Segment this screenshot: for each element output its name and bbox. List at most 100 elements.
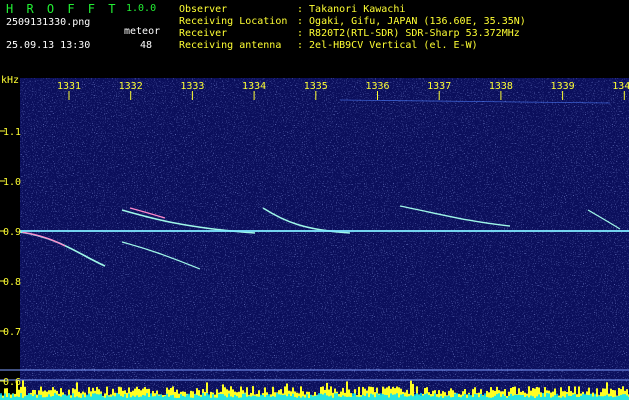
histogram-bar-cyan [276,393,278,400]
histogram-bar-cyan [64,394,66,400]
histogram-bar-cyan [604,395,606,400]
y-tick-label: 1.1 [3,127,21,138]
histogram-bar-cyan [626,395,628,400]
histogram-bar-cyan [202,393,204,400]
histogram-bar-cyan [112,395,114,400]
histogram-bar-cyan [520,395,522,400]
histogram-bar-cyan [586,394,588,400]
histogram-bar-cyan [462,395,464,400]
histogram-bar-cyan [38,394,40,400]
histogram-bar-cyan [354,393,356,400]
histogram-bar-cyan [208,394,210,400]
histogram-bar-cyan [40,394,42,400]
histogram-bar-cyan [108,396,110,400]
histogram-bar-cyan [180,394,182,400]
histogram-bar-cyan [400,394,402,400]
histogram-bar-cyan [12,393,14,400]
histogram-bar-cyan [336,393,338,400]
histogram-bar-cyan [66,395,68,400]
histogram-bar-cyan [76,396,78,400]
histogram-bar-cyan [60,396,62,400]
histogram-bar-cyan [546,393,548,400]
histogram-bar-cyan [440,395,442,400]
histogram-bar-cyan [284,394,286,400]
histogram-bar-cyan [454,393,456,400]
histogram-bar-cyan [90,396,92,400]
histogram-bar-cyan [56,394,58,400]
histogram-bar-cyan [352,393,354,400]
histogram-bar-cyan [372,394,374,400]
histogram-bar-cyan [34,394,36,400]
x-tick-label: 1337 [427,81,451,92]
histogram-bar-cyan [268,394,270,400]
histogram-bar-cyan [624,394,626,400]
histogram-bar-cyan [570,395,572,400]
histogram-bar-cyan [48,394,50,400]
histogram-bar-cyan [390,393,392,400]
histogram-bar-cyan [426,393,428,400]
histogram-bar-cyan [378,394,380,400]
histogram-bar-cyan [414,394,416,400]
histogram-bar-cyan [222,394,224,400]
x-tick-label: 1338 [489,81,513,92]
histogram-bar-cyan [502,394,504,400]
histogram-bar-cyan [342,395,344,400]
histogram-bar-cyan [194,394,196,400]
histogram-bar-cyan [50,396,52,400]
histogram-bar-cyan [26,395,28,400]
histogram-bar-cyan [566,393,568,400]
histogram-bar-cyan [118,394,120,400]
histogram-bar-cyan [236,396,238,400]
histogram-bar-cyan [422,395,424,400]
histogram-bar-cyan [228,393,230,400]
histogram-bar-cyan [140,396,142,400]
histogram-bar-cyan [96,394,98,400]
histogram-bar-cyan [54,393,56,400]
histogram-bar-cyan [432,396,434,400]
histogram-bar-cyan [52,395,54,400]
histogram-bar-cyan [196,394,198,400]
histogram-bar-cyan [154,396,156,400]
histogram-bar-cyan [456,393,458,400]
histogram-bar-cyan [366,393,368,400]
y-tick-label: 0.9 [3,227,21,238]
histogram-bar-cyan [468,393,470,400]
histogram-bar-cyan [396,393,398,400]
histogram-bar-cyan [116,393,118,400]
histogram-bar-cyan [518,394,520,400]
histogram-bar-cyan [602,396,604,400]
histogram-bar-cyan [62,394,64,400]
histogram-bar-cyan [158,395,160,400]
histogram-bar-cyan [224,395,226,400]
histogram-bar-cyan [600,396,602,400]
spectrogram: 1.1 1.0 0.9 0.8 0.7 0.6 1331 1332 1333 1334 1335 1… [0,75,629,400]
histogram-bar-cyan [322,394,324,400]
histogram-bar-cyan [252,395,254,400]
histogram-bar-cyan [128,393,130,400]
histogram-bar-cyan [386,395,388,400]
histogram-bar-cyan [430,396,432,400]
histogram-bar-cyan [536,396,538,400]
y-tick-label: 0.8 [3,277,21,288]
histogram-bar-cyan [420,393,422,400]
histogram-bar-cyan [30,394,32,400]
histogram-bar-cyan [370,393,372,400]
histogram-bar-cyan [474,393,476,400]
histogram-bar-cyan [608,396,610,400]
histogram-bar-cyan [234,394,236,400]
histogram-bar-cyan [568,395,570,400]
histogram-bar-cyan [314,395,316,400]
histogram-bar-cyan [344,396,346,400]
histogram-bar-cyan [182,395,184,400]
histogram-bar-cyan [530,395,532,400]
histogram-bar-cyan [480,393,482,400]
histogram-bar-cyan [86,394,88,400]
histogram-bar-cyan [172,394,174,400]
histogram-bar-cyan [150,393,152,400]
histogram-bar-cyan [514,394,516,400]
histogram-bar-cyan [562,396,564,400]
histogram-bar-cyan [98,394,100,400]
histogram-bar-cyan [286,396,288,400]
histogram-bar-cyan [330,395,332,400]
histogram-bar-cyan [212,394,214,400]
